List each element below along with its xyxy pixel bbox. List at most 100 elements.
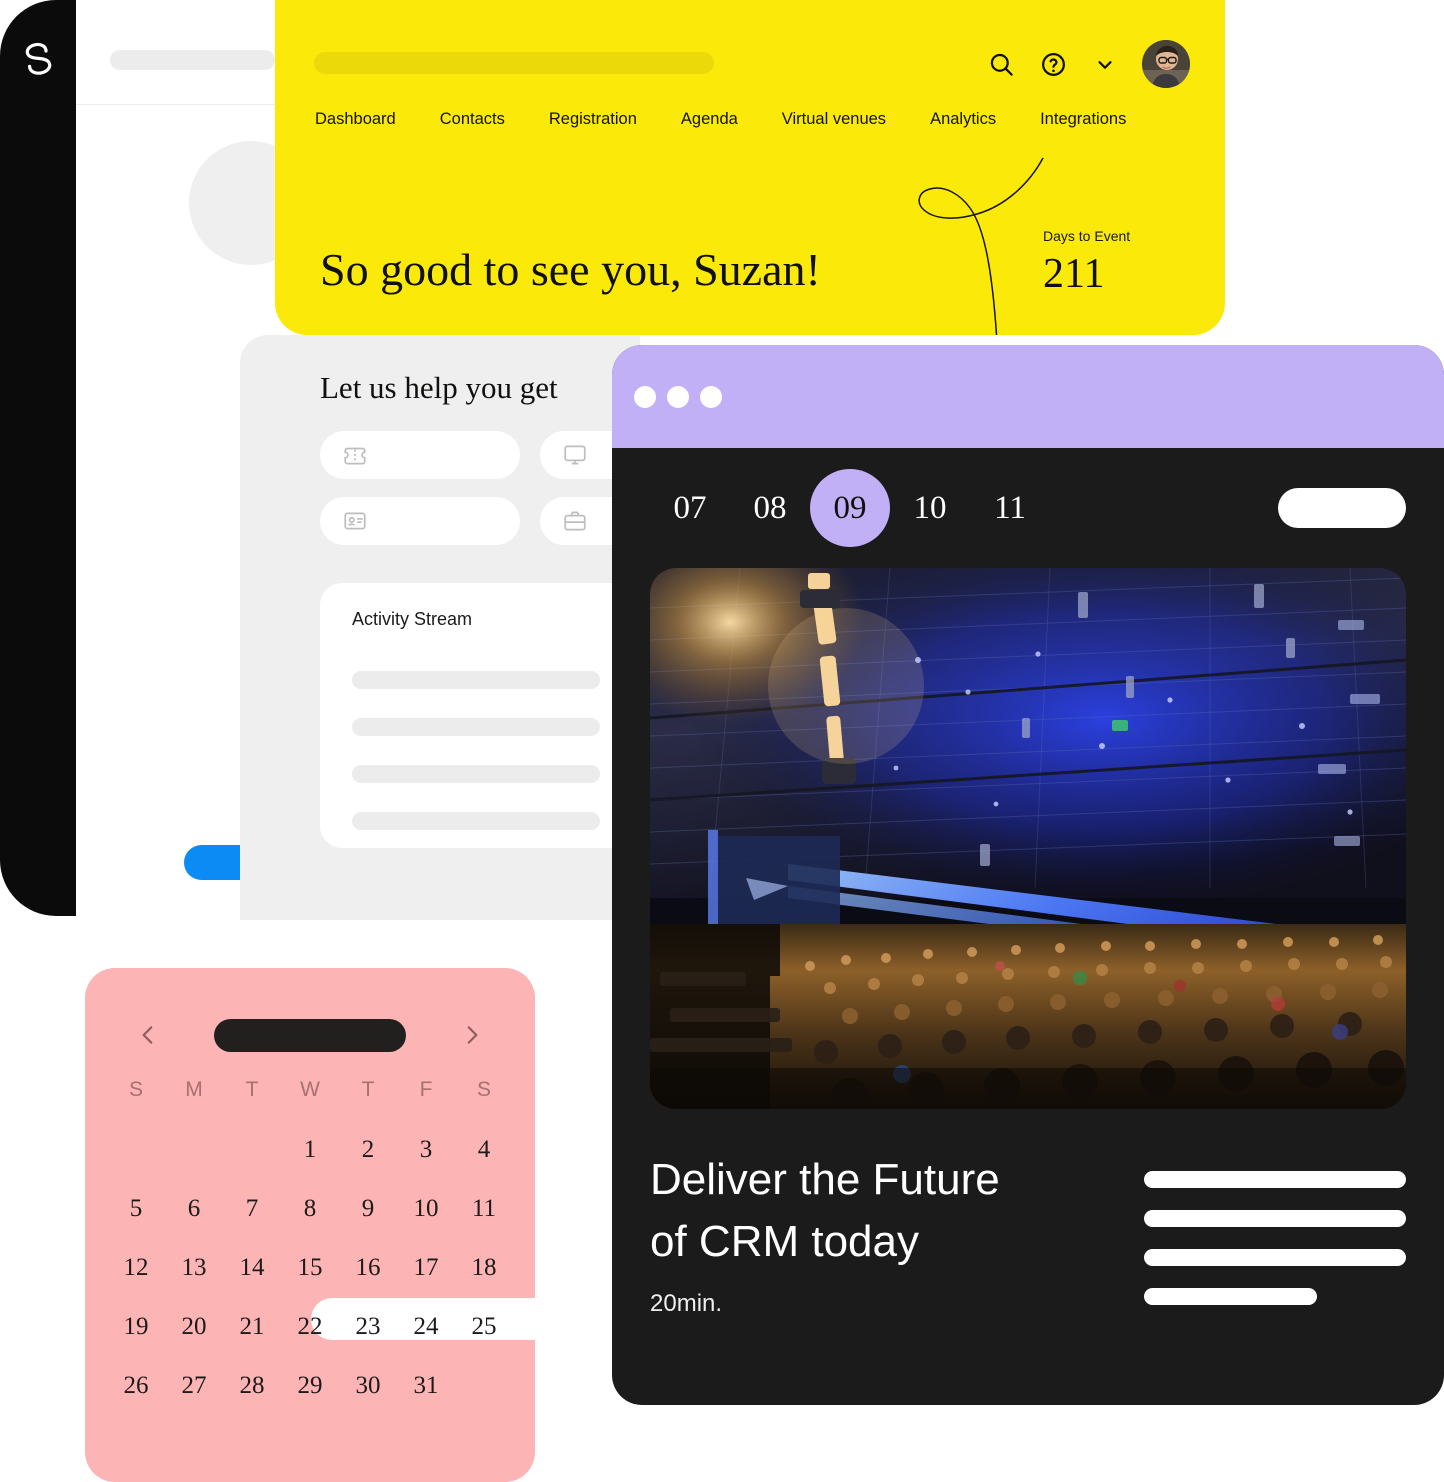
hero-actions [986,40,1190,88]
weekday-mon: M [185,1078,203,1101]
days-to-event: Days to Event 211 [1043,228,1193,298]
calendar-day-22[interactable]: 22 [281,1307,339,1347]
calendar-day-10[interactable]: 10 [397,1189,455,1229]
screenshot-stage: Let us help you get Activity Stream Dash… [0,0,1444,1482]
nav-item-dashboard[interactable]: Dashboard [315,110,418,129]
nav-item-virtual-venues[interactable]: Virtual venues [760,110,908,129]
calendar-header [85,968,535,1064]
search-icon[interactable] [986,49,1016,79]
calendar-day-23[interactable]: 23 [339,1307,397,1347]
calendar-day-3[interactable]: 3 [397,1130,455,1170]
calendar-day-9[interactable]: 9 [339,1189,397,1229]
calendar-day-14[interactable]: 14 [223,1248,281,1288]
calendar-day-30[interactable]: 30 [339,1366,397,1406]
nav-item-integrations[interactable]: Integrations [1018,110,1148,129]
day-tab-bar: 07 08 09 10 11 [612,448,1444,568]
activity-row-skeleton [352,812,600,830]
days-to-event-value: 211 [1043,251,1105,297]
session-summary: Deliver the Future of CRM today 20min. [612,1109,1444,1327]
help-circle-icon[interactable] [1038,49,1068,79]
sidebar-rail [0,0,76,916]
briefcase-icon [564,511,586,531]
calendar-day-2[interactable]: 2 [339,1130,397,1170]
window-minimize-dot[interactable] [667,385,689,408]
agenda-action-button[interactable] [1278,488,1406,528]
calendar-day-21[interactable]: 21 [223,1307,281,1347]
weekday-fri: F [419,1078,433,1101]
hero-search-placeholder[interactable] [314,52,714,74]
calendar-day-27[interactable]: 27 [165,1366,223,1406]
chevron-down-icon[interactable] [1090,49,1120,79]
brand-s-logo-icon [25,42,52,75]
calendar-day-25[interactable]: 25 [455,1307,513,1347]
window-chrome-bar [612,345,1444,448]
activity-row-skeleton [352,671,600,689]
tab-day-10[interactable]: 10 [890,469,970,547]
id-card-icon [344,512,366,530]
calendar-day-1[interactable]: 1 [281,1130,339,1170]
session-detail-skeleton [1144,1149,1406,1327]
quick-action-tickets[interactable] [320,431,520,479]
ticket-icon [344,447,366,465]
calendar-day-5[interactable]: 5 [107,1189,165,1229]
user-avatar[interactable] [1142,40,1190,88]
tab-day-07[interactable]: 07 [650,469,730,547]
calendar-day-blank [165,1130,223,1170]
detail-bar [1144,1249,1406,1266]
calendar-day-16[interactable]: 16 [339,1248,397,1288]
days-to-event-label: Days to Event [1043,228,1131,244]
helper-title: Let us help you get [320,370,558,405]
conference-hall-audience-image [650,568,1406,1109]
session-title: Deliver the Future of CRM today [650,1155,1000,1267]
calendar-day-12[interactable]: 12 [107,1248,165,1288]
detail-bar [1144,1171,1406,1188]
window-close-dot[interactable] [634,385,656,408]
calendar-day-13[interactable]: 13 [165,1248,223,1288]
nav-item-contacts[interactable]: Contacts [418,110,527,129]
calendar-day-17[interactable]: 17 [397,1248,455,1288]
agenda-window: 07 08 09 10 11 Deliver the Future of CRM… [612,345,1444,1405]
weekday-tue: T [245,1078,259,1101]
calendar-month-label[interactable] [214,1019,406,1052]
dashboard-content-panel: Let us help you get Activity Stream [240,335,750,920]
search-input-placeholder[interactable] [110,50,275,70]
calendar-day-19[interactable]: 19 [107,1307,165,1347]
quick-action-badges[interactable] [320,497,520,545]
calendar-day-11[interactable]: 11 [455,1189,513,1229]
session-duration: 20min. [650,1289,723,1317]
session-photo [650,568,1406,1109]
tab-day-09[interactable]: 09 [810,469,890,547]
calendar-day-6[interactable]: 6 [165,1189,223,1229]
chevron-left-icon[interactable] [131,1018,165,1052]
hero-header-window: Dashboard Contacts Registration Agenda V… [275,0,1225,335]
calendar-day-blank [223,1130,281,1170]
tab-day-11[interactable]: 11 [970,469,1050,547]
tab-day-08[interactable]: 08 [730,469,810,547]
weekday-sun: S [128,1078,143,1101]
nav-item-registration[interactable]: Registration [527,110,659,129]
chevron-right-icon[interactable] [455,1018,489,1052]
calendar-day-20[interactable]: 20 [165,1307,223,1347]
calendar-day-7[interactable]: 7 [223,1189,281,1229]
main-navigation: Dashboard Contacts Registration Agenda V… [315,110,1148,129]
calendar-day-31[interactable]: 31 [397,1366,455,1406]
calendar-day-8[interactable]: 8 [281,1189,339,1229]
window-maximize-dot[interactable] [700,385,722,408]
session-text-block: Deliver the Future of CRM today 20min. [650,1149,1144,1327]
monitor-icon [564,445,586,465]
calendar-day-18[interactable]: 18 [455,1248,513,1288]
calendar-day-26[interactable]: 26 [107,1366,165,1406]
calendar-day-29[interactable]: 29 [281,1366,339,1406]
nav-item-analytics[interactable]: Analytics [908,110,1018,129]
weekday-thu: T [361,1078,375,1101]
nav-item-agenda[interactable]: Agenda [659,110,760,129]
calendar-day-24[interactable]: 24 [397,1307,455,1347]
weekday-sat: S [476,1078,491,1101]
calendar-day-15[interactable]: 15 [281,1248,339,1288]
calendar-day-28[interactable]: 28 [223,1366,281,1406]
calendar-widget: S M T W T F S 1 2 3 4 5 6 7 8 9 10 11 12 13 14 15 16 17 1… [85,968,535,1482]
calendar-weekday-row: S M T W T F S [85,1064,535,1102]
calendar-day-4[interactable]: 4 [455,1130,513,1170]
weekday-wed: W [300,1078,320,1101]
detail-bar [1144,1210,1406,1227]
